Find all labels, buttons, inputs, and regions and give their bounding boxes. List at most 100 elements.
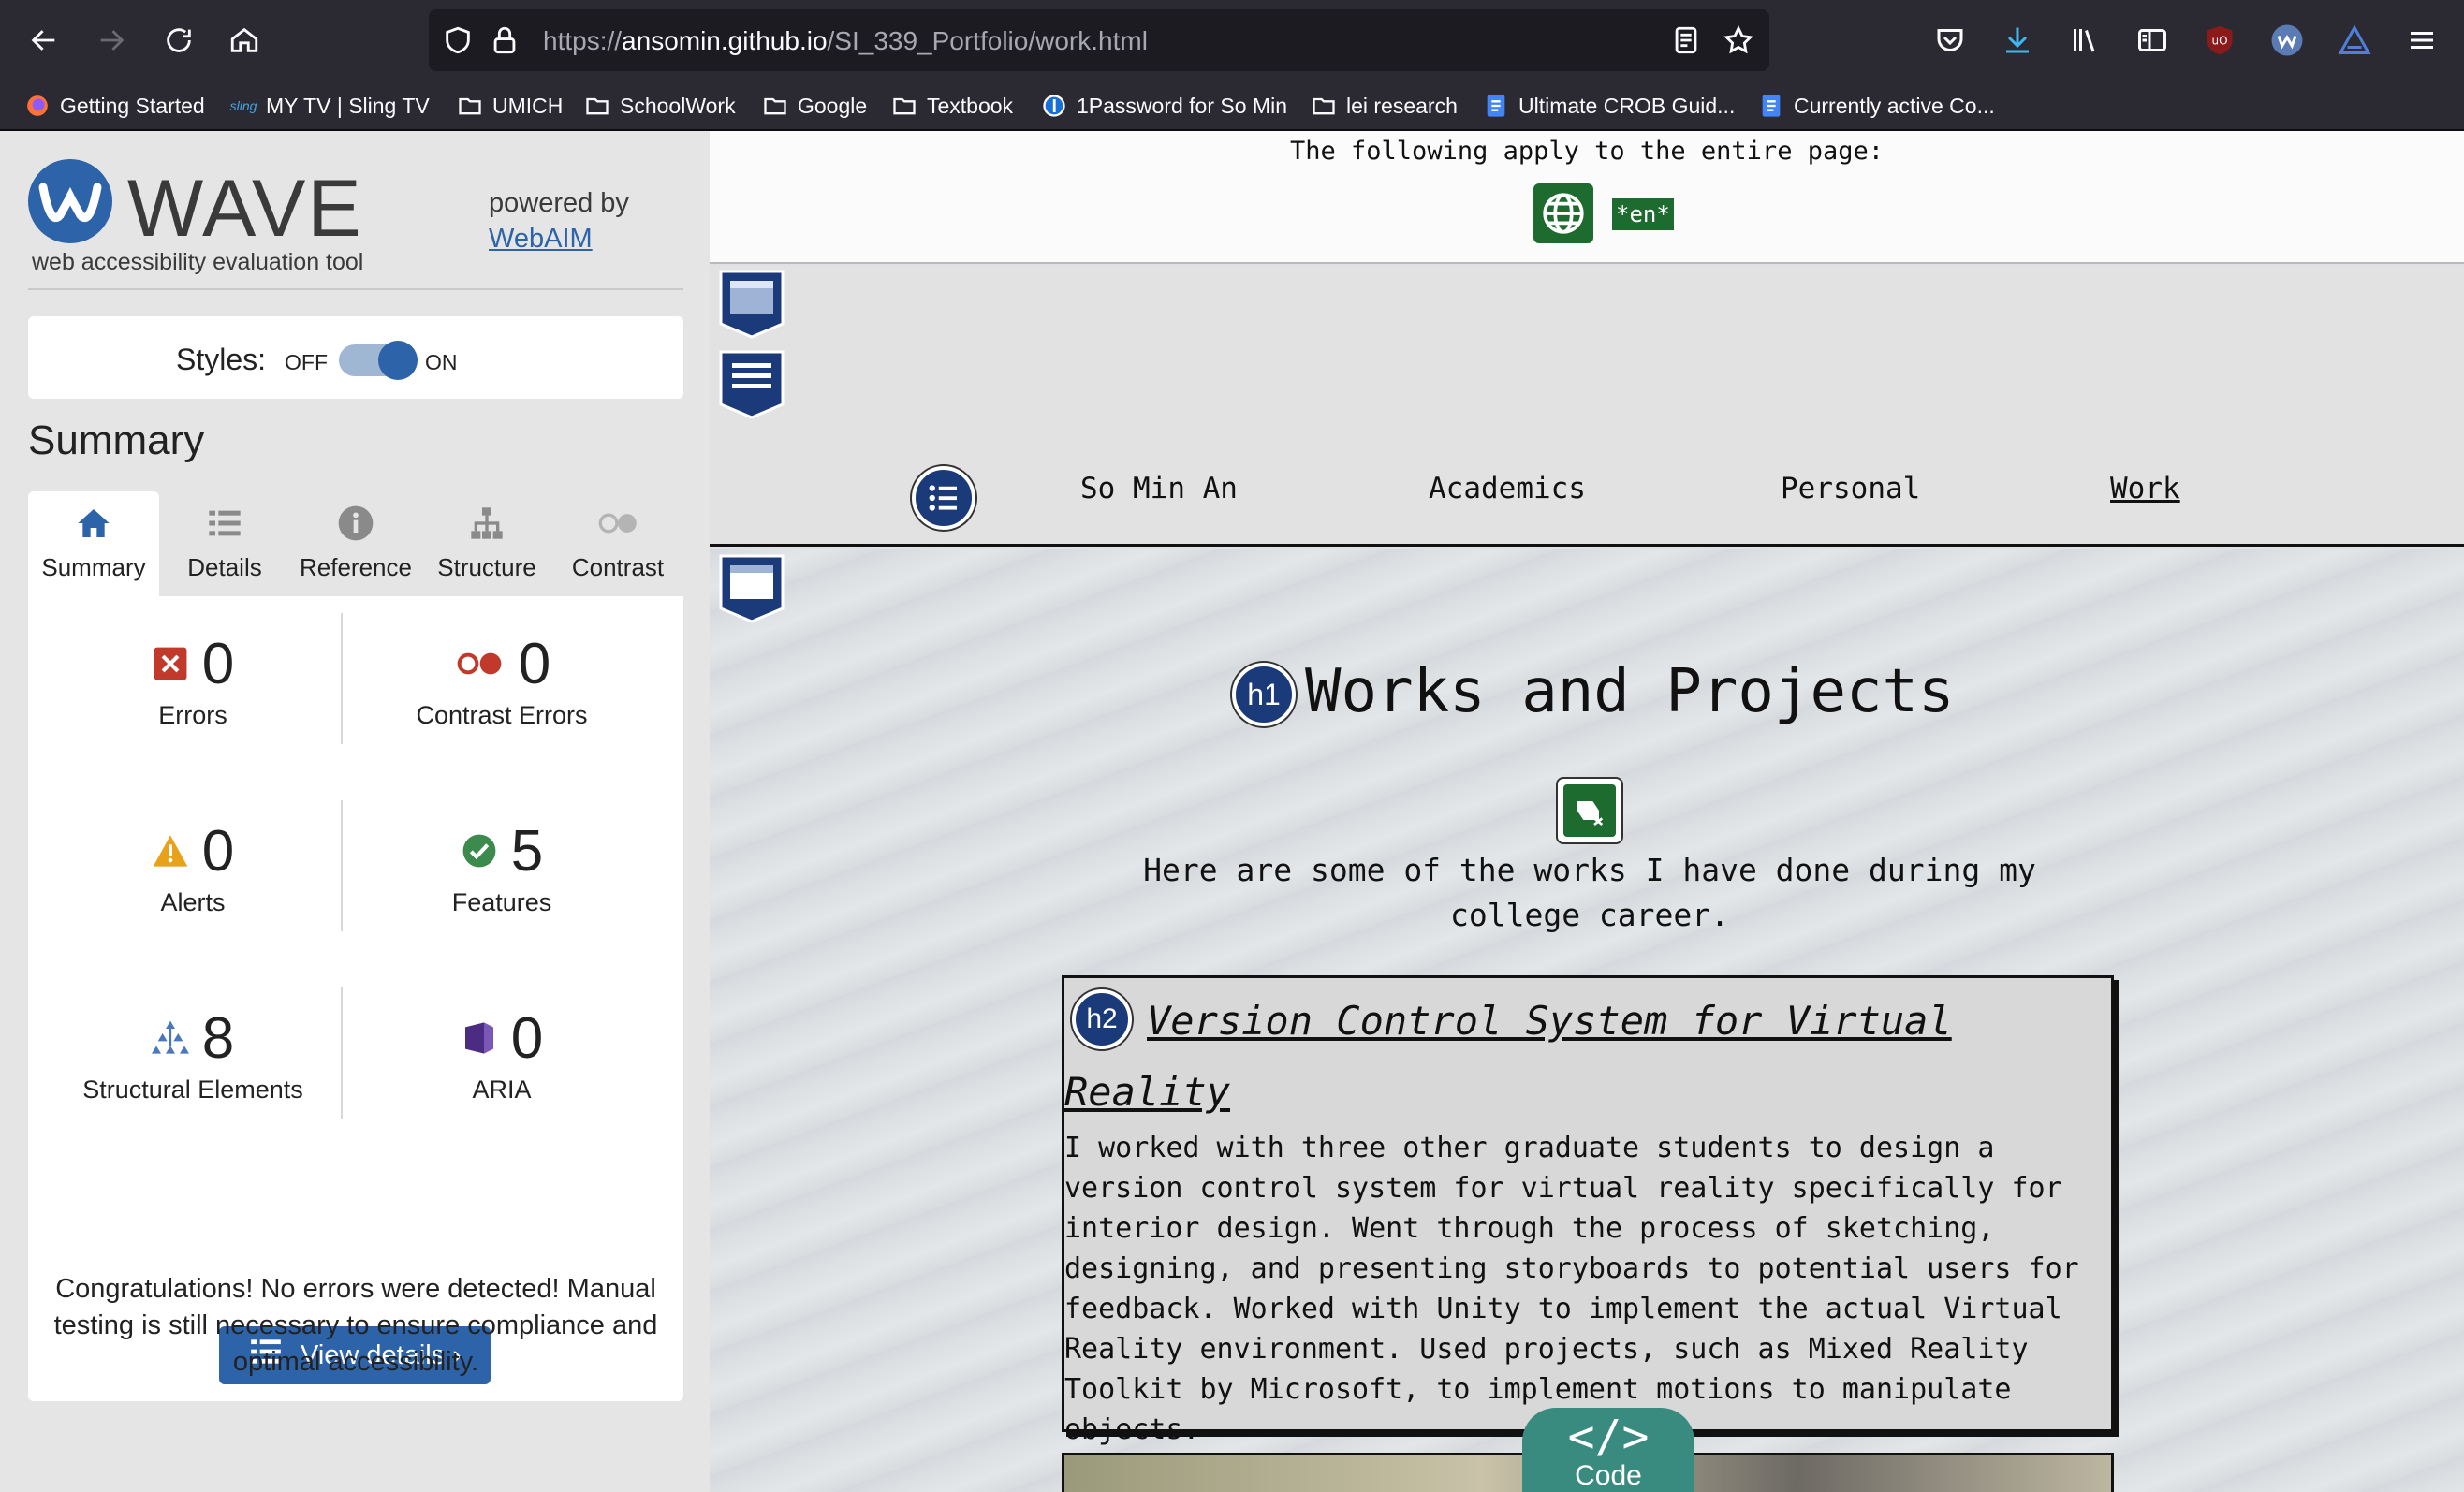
ublock-icon[interactable]: uO <box>2202 22 2237 58</box>
contrast-error-icon <box>453 645 506 682</box>
aria-label: ARIA <box>472 1075 532 1104</box>
project-title[interactable]: Version Control System for Virtual Reali… <box>1064 986 2094 1128</box>
errors-count: 0 <box>201 631 235 696</box>
bookmark-label: MY TV | Sling TV <box>266 93 430 118</box>
doc-icon <box>1483 93 1509 119</box>
language-globe-icon[interactable] <box>1533 183 1593 243</box>
image-alt-feature-icon[interactable] <box>1556 777 1623 844</box>
doc-icon <box>1758 93 1784 119</box>
aria-count: 0 <box>510 1005 544 1071</box>
divider <box>28 288 683 290</box>
congrats-message: Congratulations! No errors were detected… <box>53 1274 658 1377</box>
url-bar[interactable]: https://ansomin.github.io/SI_339_Portfol… <box>429 9 1769 71</box>
code-view-button[interactable]: </> Code <box>1522 1408 1694 1492</box>
bookmark-currently-active[interactable]: Currently active Co... <box>1758 88 1995 124</box>
language-badge[interactable]: *en* <box>1612 198 1674 230</box>
nav-link-work[interactable]: Work <box>2110 472 2180 505</box>
library-icon[interactable] <box>2067 22 2103 58</box>
tab-summary[interactable]: Summary <box>28 491 159 596</box>
menu-icon[interactable] <box>2404 22 2440 58</box>
folder-icon <box>1311 93 1337 119</box>
bookmark-sling-tv[interactable]: sling MY TV | Sling TV <box>230 88 430 124</box>
contrast-errors-count: 0 <box>518 631 551 696</box>
tab-structure[interactable]: Structure <box>421 491 552 596</box>
h2-badge-icon[interactable]: h2 <box>1072 989 1132 1049</box>
pocket-icon[interactable] <box>1932 22 1968 58</box>
styles-toggle-panel: Styles: OFF ON <box>28 316 683 399</box>
hierarchy-icon <box>466 503 507 544</box>
apply-text: The following apply to the entire page: <box>1290 137 1884 166</box>
stat-structural[interactable]: 8 Structural Elements <box>43 1002 343 1104</box>
tab-details[interactable]: Details <box>159 491 290 596</box>
page-level-features: The following apply to the entire page: … <box>710 131 2464 264</box>
bookmark-label: Getting Started <box>60 93 205 118</box>
navigation-region-icon[interactable] <box>717 348 786 421</box>
stat-aria[interactable]: 0 ARIA <box>352 1002 652 1104</box>
aria-cube-icon <box>461 1019 498 1057</box>
wave-extension-icon[interactable] <box>2269 22 2305 58</box>
features-label: Features <box>451 888 552 916</box>
bookmark-crob-guide[interactable]: Ultimate CROB Guid... <box>1483 88 1735 124</box>
page-viewport: The following apply to the entire page: … <box>710 131 2464 1492</box>
nav-link-academics[interactable]: Academics <box>1429 472 1586 505</box>
stat-features[interactable]: 5 Features <box>352 815 652 917</box>
tab-label: Summary <box>41 553 146 581</box>
bookmark-schoolwork[interactable]: SchoolWork <box>584 88 736 124</box>
bookmarks-bar: Getting Started sling MY TV | Sling TV U… <box>0 80 2464 131</box>
lock-icon[interactable] <box>489 24 521 56</box>
alerts-count: 0 <box>201 818 235 884</box>
contrast-errors-label: Contrast Errors <box>416 701 588 729</box>
tab-label: Contrast <box>571 553 665 581</box>
url-prefix: https:// <box>543 26 623 55</box>
structure-icon <box>151 1019 189 1057</box>
styles-label: Styles: <box>176 343 267 376</box>
stat-contrast-errors[interactable]: 0 Contrast Errors <box>352 628 652 730</box>
project-title-link[interactable]: Version Control System for Virtual Reali… <box>1064 998 1952 1115</box>
main-region-icon[interactable] <box>717 552 786 625</box>
folder-icon <box>762 93 788 119</box>
reader-view-icon[interactable] <box>1670 24 1702 56</box>
nav-link-personal[interactable]: Personal <box>1781 472 1920 505</box>
styles-toggle-switch[interactable] <box>339 341 418 380</box>
styles-on-label: ON <box>425 350 458 374</box>
bookmark-label: lei research <box>1346 93 1458 118</box>
code-icon: </> <box>1567 1411 1650 1463</box>
powered-by: powered by WebAIM <box>489 185 629 256</box>
wave-subtitle: web accessibility evaluation tool <box>32 249 364 275</box>
header-region-icon[interactable] <box>717 268 786 341</box>
h1-badge-icon[interactable]: h1 <box>1232 663 1296 726</box>
tab-contrast[interactable]: Contrast <box>552 491 683 596</box>
styles-off-label: OFF <box>285 350 328 374</box>
folder-icon <box>891 93 917 119</box>
bookmark-lei-research[interactable]: lei research <box>1311 88 1458 124</box>
back-icon[interactable] <box>21 17 67 64</box>
url-text[interactable]: https://ansomin.github.io/SI_339_Portfol… <box>543 26 1148 56</box>
forward-icon[interactable] <box>88 17 135 64</box>
bookmark-1password[interactable]: 1Password for So Min <box>1041 88 1287 124</box>
shield-icon[interactable] <box>442 24 474 56</box>
wave-title: WAVE <box>127 164 363 254</box>
extension-triangle-icon[interactable] <box>2337 22 2372 58</box>
stat-errors[interactable]: 0 Errors <box>43 628 343 730</box>
reload-icon[interactable] <box>155 17 202 64</box>
home-icon[interactable] <box>221 17 268 64</box>
bookmark-textbook[interactable]: Textbook <box>891 88 1013 124</box>
bookmark-label: Google <box>798 93 868 118</box>
bookmark-getting-started[interactable]: Getting Started <box>24 88 205 124</box>
webaim-link[interactable]: WebAIM <box>489 221 629 256</box>
bookmark-google[interactable]: Google <box>762 88 867 124</box>
unordered-list-icon[interactable] <box>912 466 975 530</box>
list-icon <box>204 503 245 544</box>
summary-heading: Summary <box>28 417 205 463</box>
download-icon[interactable] <box>2000 22 2035 58</box>
sidebar-icon[interactable] <box>2134 22 2170 58</box>
tab-label: Structure <box>437 553 536 581</box>
tab-reference[interactable]: Reference <box>290 491 421 596</box>
bookmark-star-icon[interactable] <box>1723 24 1754 56</box>
stat-alerts[interactable]: 0 Alerts <box>43 815 343 917</box>
nav-link-so-min-an[interactable]: So Min An <box>1080 472 1238 505</box>
powered-by-text: powered by <box>489 188 629 218</box>
structural-count: 8 <box>201 1005 235 1071</box>
info-icon <box>335 503 376 544</box>
bookmark-umich[interactable]: UMICH <box>457 88 563 124</box>
